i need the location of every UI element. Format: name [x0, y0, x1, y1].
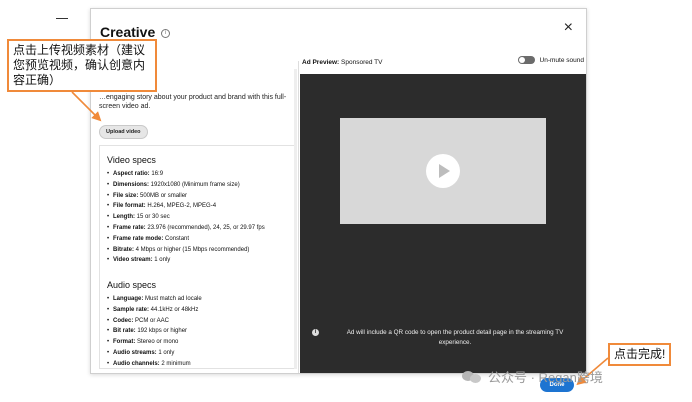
spec-item: Format: Stereo or mono: [107, 337, 202, 348]
spec-value: 1 only: [156, 349, 175, 356]
spec-key: Language:: [113, 296, 144, 302]
spec-key: Dimensions:: [113, 181, 150, 188]
spec-item: File size: 500MB or smaller: [107, 191, 265, 202]
dialog-title-text: Creative: [100, 24, 156, 40]
spec-value: Must match ad locale: [143, 296, 202, 302]
unmute-label: Un-mute sound: [539, 56, 584, 64]
spec-key: Aspect ratio:: [113, 171, 150, 177]
audio-specs-title: Audio specs: [107, 280, 157, 290]
spec-value: 44.1kHz or 48kHz: [149, 306, 199, 313]
spec-key: Audio channels:: [113, 360, 160, 367]
spec-value: 1920x1080 (Minimum frame size): [149, 181, 240, 188]
intro-text: …engaging story about your product and b…: [99, 94, 287, 110]
video-specs-section: Video specs Aspect ratio: 16:9Dimensions…: [107, 155, 265, 266]
video-placeholder: [340, 118, 546, 224]
play-icon[interactable]: [426, 154, 460, 188]
spec-key: Audio streams:: [113, 349, 157, 356]
spec-value: 1 only: [152, 257, 171, 264]
spec-item: Dimensions: 1920x1080 (Minimum frame siz…: [107, 180, 265, 191]
spec-key: Video stream:: [113, 257, 153, 264]
creative-dialog: Creative i × …engaging story about your …: [90, 8, 587, 374]
spec-value: 2 minimum: [159, 360, 191, 367]
spec-value: PCM or AAC: [133, 317, 170, 324]
done-hint-callout: 点击完成!: [608, 343, 672, 366]
ad-preview-label-key: Ad Preview:: [302, 59, 340, 66]
spec-value: Stereo or mono: [135, 339, 179, 346]
spec-value: 500MB or smaller: [138, 192, 188, 199]
spec-item: Frame rate: 23.976 (recommended), 24, 25…: [107, 223, 265, 234]
ad-preview-label: Ad Preview: Sponsored TV: [302, 59, 382, 66]
spec-key: Codec:: [113, 317, 134, 324]
spec-value: Constant: [163, 235, 190, 242]
upload-hint-callout: 点击上传视频素材（建议您预览视频，确认创意内容正确）: [7, 39, 157, 92]
spec-item: Audio channels: 2 minimum: [107, 359, 202, 370]
panel-divider: [298, 61, 299, 373]
close-icon[interactable]: ×: [564, 20, 573, 36]
spec-key: Length:: [113, 214, 135, 221]
video-specs-list: Aspect ratio: 16:9Dimensions: 1920x1080 …: [107, 169, 265, 266]
minimize-line: [56, 18, 68, 19]
spec-key: Bitrate:: [113, 246, 135, 253]
spec-key: File format:: [113, 203, 146, 210]
spec-key: Frame rate:: [113, 224, 146, 231]
spec-item: Aspect ratio: 16:9: [107, 169, 265, 180]
toggle-knob: [518, 57, 525, 63]
scrollbar[interactable]: [294, 69, 297, 369]
upload-video-button[interactable]: Upload video: [99, 125, 148, 139]
creative-settings-panel: …engaging story about your product and b…: [91, 53, 298, 373]
spec-item: Bitrate: 4 Mbps or higher (15 Mbps recom…: [107, 245, 265, 256]
info-circle-icon: i: [312, 329, 319, 336]
audio-specs-list: Language: Must match ad localeSample rat…: [107, 294, 202, 370]
ad-preview-label-value: Sponsored TV: [339, 59, 383, 66]
spec-key: File size:: [113, 192, 139, 199]
spec-item: Audio streams: 1 only: [107, 348, 202, 359]
spec-item: Length: 15 or 30 sec: [107, 212, 265, 223]
spec-value: 15 or 30 sec: [135, 214, 170, 221]
watermark-text: 公众号 · Regan跨境: [488, 370, 603, 385]
qr-code-note-text: Ad will include a QR code to open the pr…: [346, 329, 564, 346]
spec-item: Sample rate: 44.1kHz or 48kHz: [107, 305, 202, 316]
specs-box: Video specs Aspect ratio: 16:9Dimensions…: [99, 145, 295, 369]
spec-value: 4 Mbps or higher (15 Mbps recommended): [134, 246, 250, 253]
video-preview-player: i Ad will include a QR code to open the …: [300, 74, 586, 373]
spec-key: Frame rate mode:: [113, 235, 164, 242]
video-specs-title: Video specs: [107, 155, 156, 165]
ad-preview-panel: Ad Preview: Sponsored TV Un-mute sound i…: [300, 53, 586, 373]
spec-key: Bit rate:: [113, 328, 136, 335]
spec-item: Bit rate: 192 kbps or higher: [107, 326, 202, 337]
spec-item: Frame rate mode: Constant: [107, 234, 265, 245]
spec-value: 16:9: [149, 171, 164, 177]
wechat-icon: [462, 369, 482, 385]
spec-item: File format: H.264, MPEG-2, MPEG-4: [107, 201, 265, 212]
audio-specs-section: Audio specs Language: Must match ad loca…: [107, 280, 202, 370]
watermark: 公众号 · Regan跨境: [462, 367, 603, 386]
info-icon[interactable]: i: [161, 28, 171, 38]
spec-value: H.264, MPEG-2, MPEG-4: [145, 203, 217, 210]
spec-value: 23.976 (recommended), 24, 25, or 29.97 f…: [145, 224, 265, 231]
spec-item: Video stream: 1 only: [107, 255, 265, 266]
spec-key: Format:: [113, 339, 136, 346]
spec-value: 192 kbps or higher: [135, 328, 188, 335]
spec-item: Codec: PCM or AAC: [107, 316, 202, 327]
unmute-toggle[interactable]: [517, 56, 535, 64]
spec-item: Language: Must match ad locale: [107, 294, 202, 305]
qr-code-note: i Ad will include a QR code to open the …: [312, 328, 580, 348]
unmute-control: Un-mute sound: [517, 56, 584, 64]
dialog-title: Creative i: [100, 24, 171, 40]
spec-key: Sample rate:: [113, 306, 150, 313]
